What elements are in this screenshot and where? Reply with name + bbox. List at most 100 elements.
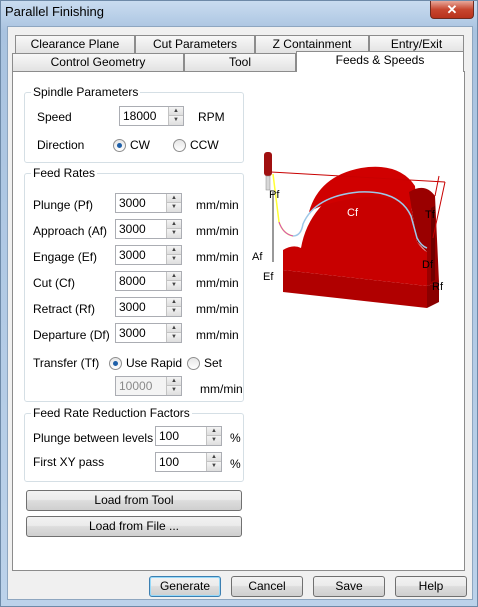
use-rapid-label[interactable]: Use Rapid	[126, 356, 182, 370]
cut-unit: mm/min	[196, 276, 239, 290]
tab-feeds-speeds[interactable]: Feeds & Speeds	[296, 51, 464, 72]
retract-value[interactable]: 3000	[119, 300, 146, 314]
cut-up-arrow-icon[interactable]: ▲	[166, 272, 181, 281]
label-af: Af	[252, 251, 263, 263]
departure-unit: mm/min	[196, 328, 239, 342]
speed-unit: RPM	[198, 110, 225, 124]
set-label[interactable]: Set	[204, 356, 222, 370]
feed-rates-group: Feed Rates Plunge (Pf) 3000 ▲ ▼ mm/min Ap…	[24, 166, 244, 402]
reduction-group: Feed Rate Reduction Factors Plunge betwe…	[24, 406, 244, 482]
first-xy-pass-value[interactable]: 100	[159, 455, 179, 469]
window-title: Parallel Finishing	[5, 4, 104, 19]
title-bar[interactable]: Parallel Finishing ✕	[1, 1, 477, 23]
first-xy-down-arrow-icon[interactable]: ▼	[206, 462, 221, 471]
set-radio[interactable]	[187, 357, 200, 370]
approach-unit: mm/min	[196, 224, 239, 238]
speed-value[interactable]: 18000	[123, 109, 156, 123]
cutter-tool-icon	[264, 152, 272, 191]
approach-value[interactable]: 3000	[119, 222, 146, 236]
plunge-down-arrow-icon[interactable]: ▼	[166, 203, 181, 212]
cancel-button[interactable]: Cancel	[231, 576, 303, 597]
approach-down-arrow-icon[interactable]: ▼	[166, 229, 181, 238]
close-button[interactable]: ✕	[430, 1, 474, 19]
engage-up-arrow-icon[interactable]: ▲	[166, 246, 181, 255]
plunge-between-levels-value[interactable]: 100	[159, 429, 179, 443]
first-xy-up-arrow-icon[interactable]: ▲	[206, 453, 221, 462]
departure-spinner[interactable]: 3000 ▲ ▼	[115, 323, 182, 343]
cut-label: Cut (Cf)	[33, 276, 75, 290]
reduction-group-title: Feed Rate Reduction Factors	[31, 406, 192, 420]
approach-up-arrow-icon[interactable]: ▲	[166, 220, 181, 229]
speed-label: Speed	[37, 110, 72, 124]
cut-spinner[interactable]: 8000 ▲ ▼	[115, 271, 182, 291]
plunge-levels-up-arrow-icon[interactable]: ▲	[206, 427, 221, 436]
cw-radio[interactable]	[113, 139, 126, 152]
departure-down-arrow-icon[interactable]: ▼	[166, 333, 181, 342]
label-cf: Cf	[347, 207, 359, 219]
label-pf: Pf	[269, 189, 280, 201]
approach-label: Approach (Af)	[33, 224, 108, 238]
speed-up-arrow-icon[interactable]: ▲	[168, 107, 183, 116]
engage-label: Engage (Ef)	[33, 250, 98, 264]
feed-rates-diagram: Pf Cf Tf Af Ef Df Rf	[252, 152, 446, 308]
plunge-between-levels-label: Plunge between levels	[33, 431, 154, 445]
departure-label: Departure (Df)	[33, 328, 110, 342]
ccw-label[interactable]: CCW	[190, 138, 219, 152]
engage-spinner[interactable]: 3000 ▲ ▼	[115, 245, 182, 265]
first-xy-pass-spinner[interactable]: 100 ▲ ▼	[155, 452, 222, 472]
speed-down-arrow-icon[interactable]: ▼	[168, 116, 183, 125]
engage-value[interactable]: 3000	[119, 248, 146, 262]
load-from-file-button[interactable]: Load from File ...	[26, 516, 242, 537]
tab-panel: Spindle Parameters Speed 18000 ▲ ▼ RPM Di…	[12, 71, 465, 571]
tab-control-geometry[interactable]: Control Geometry	[12, 53, 184, 71]
transfer-unit: mm/min	[200, 382, 243, 396]
retract-down-arrow-icon[interactable]: ▼	[166, 307, 181, 316]
load-from-tool-button[interactable]: Load from Tool	[26, 490, 242, 511]
engage-unit: mm/min	[196, 250, 239, 264]
save-button[interactable]: Save	[313, 576, 385, 597]
plunge-levels-down-arrow-icon[interactable]: ▼	[206, 436, 221, 445]
transfer-up-arrow-icon: ▲	[166, 377, 181, 386]
label-tf: Tf	[425, 209, 436, 221]
departure-up-arrow-icon[interactable]: ▲	[166, 324, 181, 333]
departure-value[interactable]: 3000	[119, 326, 146, 340]
part-block-illustration	[283, 166, 439, 308]
spindle-group: Spindle Parameters Speed 18000 ▲ ▼ RPM Di…	[24, 85, 244, 163]
retract-spinner[interactable]: 3000 ▲ ▼	[115, 297, 182, 317]
transfer-value: 10000	[119, 379, 153, 393]
label-ef: Ef	[263, 271, 274, 283]
approach-spinner[interactable]: 3000 ▲ ▼	[115, 219, 182, 239]
plunge-unit: mm/min	[196, 198, 239, 212]
retract-up-arrow-icon[interactable]: ▲	[166, 298, 181, 307]
plunge-up-arrow-icon[interactable]: ▲	[166, 194, 181, 203]
ccw-radio[interactable]	[173, 139, 186, 152]
feed-rates-group-title: Feed Rates	[31, 166, 98, 180]
plunge-value[interactable]: 3000	[119, 196, 146, 210]
plunge-label: Plunge (Pf)	[33, 198, 94, 212]
tab-clearance-plane[interactable]: Clearance Plane	[15, 35, 135, 53]
cut-down-arrow-icon[interactable]: ▼	[166, 281, 181, 290]
plunge-spinner[interactable]: 3000 ▲ ▼	[115, 193, 182, 213]
help-button[interactable]: Help	[395, 576, 467, 597]
engage-down-arrow-icon[interactable]: ▼	[166, 255, 181, 264]
plunge-between-levels-unit: %	[230, 431, 241, 445]
transfer-down-arrow-icon: ▼	[166, 386, 181, 395]
generate-button[interactable]: Generate	[149, 576, 221, 597]
tab-tool[interactable]: Tool	[184, 53, 296, 71]
first-xy-pass-label: First XY pass	[33, 455, 105, 469]
speed-spinner[interactable]: 18000 ▲ ▼	[119, 106, 184, 126]
cw-label[interactable]: CW	[130, 138, 150, 152]
retract-label: Retract (Rf)	[33, 302, 96, 316]
retract-unit: mm/min	[196, 302, 239, 316]
transfer-spinner: 10000 ▲ ▼	[115, 376, 182, 396]
spindle-group-title: Spindle Parameters	[31, 85, 141, 99]
use-rapid-radio[interactable]	[109, 357, 122, 370]
direction-label: Direction	[37, 138, 85, 152]
label-rf: Rf	[432, 281, 444, 293]
plunge-between-levels-spinner[interactable]: 100 ▲ ▼	[155, 426, 222, 446]
transfer-label: Transfer (Tf)	[33, 356, 100, 370]
tab-cut-parameters[interactable]: Cut Parameters	[135, 35, 255, 53]
label-df: Df	[422, 259, 434, 271]
cut-value[interactable]: 8000	[119, 274, 146, 288]
first-xy-pass-unit: %	[230, 457, 241, 471]
